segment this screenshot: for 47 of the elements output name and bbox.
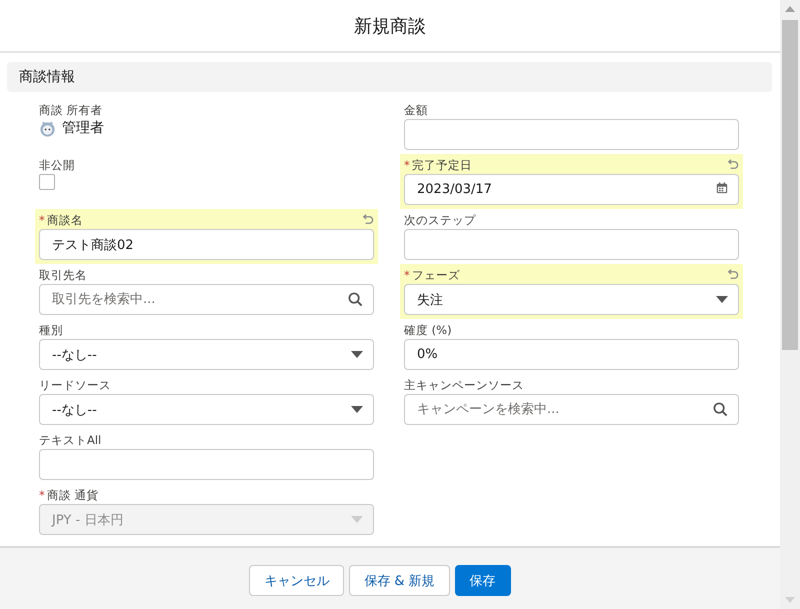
search-icon xyxy=(713,402,728,417)
field-label: リードソース xyxy=(39,378,111,392)
dialog-title: 新規商談 xyxy=(354,14,426,38)
text-field[interactable]: テスト商談02 xyxy=(39,229,374,260)
field-label: 取引先名 xyxy=(39,268,87,282)
field-label: テキストAll xyxy=(39,432,102,448)
picklist-dropdown[interactable]: 失注 xyxy=(404,284,739,315)
text-field[interactable] xyxy=(404,229,739,260)
date-field[interactable]: 2023/03/17 xyxy=(404,174,739,205)
required-asterisk: * xyxy=(404,268,410,282)
field-label: 種別 xyxy=(39,322,63,338)
caret-icon xyxy=(351,516,363,523)
picklist-dropdown[interactable]: --なし-- xyxy=(39,339,374,370)
field-label: 完了予定日 xyxy=(412,158,472,172)
search-icon xyxy=(348,292,363,307)
field-label: フェーズ xyxy=(412,268,460,282)
text-field[interactable]: 0% xyxy=(404,339,739,370)
required-asterisk: * xyxy=(39,213,45,227)
field-label: 商談名 xyxy=(46,212,83,228)
field-label: 金額 xyxy=(404,102,428,118)
text-field[interactable] xyxy=(39,449,374,480)
lookup-search-field[interactable]: 取引先を検索中... xyxy=(39,284,374,315)
caret-icon xyxy=(351,351,363,358)
footer-button[interactable]: 保存 & 新規 xyxy=(349,565,450,596)
section-header: 商談情報 xyxy=(7,62,772,92)
field-label: 主キャンペーンソース xyxy=(404,378,524,392)
owner-name[interactable]: 管理者 xyxy=(62,119,104,137)
lookup-search-field[interactable]: キャンペーンを検索中... xyxy=(404,394,739,425)
undo-icon[interactable] xyxy=(726,158,739,172)
required-asterisk: * xyxy=(404,158,410,172)
caret-icon xyxy=(351,406,363,413)
undo-icon[interactable] xyxy=(726,268,739,282)
field-label: 非公開 xyxy=(39,158,75,172)
picklist-dropdown[interactable]: --なし-- xyxy=(39,394,374,425)
private-checkbox[interactable] xyxy=(39,174,55,190)
text-field[interactable] xyxy=(404,119,739,150)
field-label: 確度 (%) xyxy=(404,322,452,338)
save-button[interactable]: 保存 xyxy=(454,565,511,596)
field-label: 商談 通貨 xyxy=(46,488,98,502)
field-label: 商談 所有者 xyxy=(39,102,103,118)
required-asterisk: * xyxy=(39,488,45,502)
avatar-icon xyxy=(39,120,56,136)
footer-button[interactable]: キャンセル xyxy=(249,565,344,596)
scrollbar[interactable] xyxy=(780,0,800,609)
undo-icon[interactable] xyxy=(361,214,374,226)
field-label: 次のステップ xyxy=(404,212,476,228)
caret-icon xyxy=(716,296,728,303)
